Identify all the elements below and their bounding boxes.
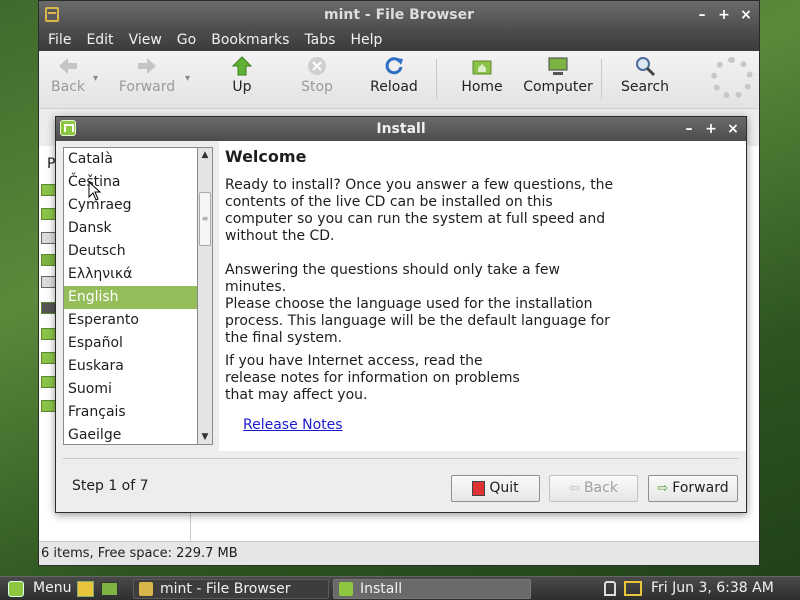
- quit-icon: [472, 481, 486, 496]
- menu-bookmarks[interactable]: Bookmarks: [211, 32, 289, 48]
- forward-label: Forward: [672, 480, 729, 496]
- reload-icon: [385, 57, 403, 75]
- toolbar-separator: [601, 59, 602, 99]
- toolbar-separator: [436, 59, 437, 99]
- install-titlebar[interactable]: Install – + ×: [56, 117, 746, 141]
- folder-icon: [139, 582, 153, 596]
- clock[interactable]: Fri Jun 3, 6:38 AM: [651, 577, 774, 600]
- maximize-button[interactable]: +: [705, 117, 717, 141]
- toolbar: Back ▾ Forward ▾ Up Stop Reload Home Com…: [39, 51, 759, 109]
- search-button[interactable]: Search: [620, 55, 670, 95]
- stop-button[interactable]: Stop: [294, 55, 340, 95]
- back-button[interactable]: ⇦ Back: [549, 475, 638, 502]
- status-text: 6 items, Free space: 229.7 MB: [41, 546, 238, 561]
- step-indicator: Step 1 of 7: [72, 478, 149, 494]
- language-item[interactable]: Français: [64, 401, 197, 424]
- forward-arrow-icon: ⇨: [657, 481, 669, 496]
- up-button[interactable]: Up: [219, 55, 265, 95]
- home-button[interactable]: Home: [457, 55, 507, 95]
- back-arrow-icon: [59, 58, 77, 74]
- menu-view[interactable]: View: [129, 32, 162, 48]
- language-item[interactable]: Suomi: [64, 378, 197, 401]
- menubar: File Edit View Go Bookmarks Tabs Help: [39, 29, 759, 51]
- file-browser-titlebar[interactable]: mint - File Browser – + ×: [39, 1, 759, 29]
- language-item[interactable]: Ελληνικά: [64, 263, 197, 286]
- minimize-button[interactable]: –: [695, 1, 709, 29]
- mint-logo-icon: [339, 582, 353, 596]
- language-item[interactable]: Gaeilge: [64, 424, 197, 444]
- scroll-thumb[interactable]: ≡: [199, 192, 211, 246]
- up-arrow-icon: [231, 56, 253, 76]
- search-icon: [636, 57, 656, 77]
- status-bar: 6 items, Free space: 229.7 MB: [39, 541, 759, 565]
- language-item[interactable]: Dansk: [64, 217, 197, 240]
- quit-button[interactable]: Quit: [451, 475, 540, 502]
- language-item[interactable]: Esperanto: [64, 309, 197, 332]
- language-item[interactable]: Deutsch: [64, 240, 197, 263]
- maximize-button[interactable]: +: [717, 1, 731, 29]
- computer-button[interactable]: Computer: [523, 55, 593, 95]
- quit-label: Quit: [489, 480, 519, 496]
- scroll-down-icon[interactable]: ▼: [198, 430, 212, 444]
- language-scrollbar[interactable]: ▲ ≡ ▼: [198, 147, 213, 445]
- scroll-up-icon[interactable]: ▲: [198, 148, 212, 162]
- text-editor-launcher-icon[interactable]: [77, 581, 94, 597]
- menu-tabs[interactable]: Tabs: [304, 32, 335, 48]
- dialog-separator: [63, 458, 739, 459]
- reload-button[interactable]: Reload: [367, 55, 421, 95]
- folder-icon: [45, 7, 59, 22]
- language-item[interactable]: Català: [64, 148, 197, 171]
- close-button[interactable]: ×: [727, 117, 739, 141]
- close-button[interactable]: ×: [739, 1, 753, 29]
- mint-logo-icon: [60, 120, 76, 136]
- back-history-dropdown[interactable]: ▾: [93, 73, 98, 84]
- file-browser-title: mint - File Browser: [324, 7, 474, 23]
- language-item[interactable]: Euskara: [64, 355, 197, 378]
- mouse-cursor-icon: [88, 181, 102, 201]
- home-folder-icon: [472, 60, 492, 75]
- welcome-heading: Welcome: [225, 147, 307, 166]
- menu-edit[interactable]: Edit: [86, 32, 113, 48]
- language-item[interactable]: Čeština: [64, 171, 197, 194]
- language-item-selected[interactable]: English: [64, 286, 197, 309]
- install-dialog: Install – + × Català Čeština Cymraeg Dan…: [55, 116, 747, 513]
- release-paragraph: If you have Internet access, read the re…: [225, 353, 520, 403]
- welcome-pane: Welcome Ready to install? Once you answe…: [219, 141, 746, 451]
- mint-menu-icon[interactable]: [8, 581, 24, 597]
- install-title: Install: [376, 121, 426, 137]
- menu-help[interactable]: Help: [350, 32, 382, 48]
- show-desktop-icon[interactable]: [101, 582, 118, 596]
- computer-icon: [548, 57, 568, 75]
- lock-icon[interactable]: [604, 581, 616, 596]
- activity-spinner-icon: [711, 57, 753, 99]
- menu-go[interactable]: Go: [177, 32, 196, 48]
- back-arrow-icon: ⇦: [569, 481, 580, 496]
- taskbar: Menu mint - File Browser Install Fri Jun…: [0, 576, 800, 600]
- forward-arrow-icon: [138, 58, 156, 74]
- language-list[interactable]: Català Čeština Cymraeg Dansk Deutsch Ελλ…: [63, 147, 198, 445]
- forward-button[interactable]: ⇨ Forward: [648, 475, 738, 502]
- language-item[interactable]: Español: [64, 332, 197, 355]
- taskbar-install[interactable]: Install: [333, 579, 531, 599]
- duration-paragraph: Answering the questions should only take…: [225, 262, 560, 295]
- taskbar-file-browser[interactable]: mint - File Browser: [133, 579, 329, 599]
- language-item[interactable]: Cymraeg: [64, 194, 197, 217]
- forward-button[interactable]: Forward: [117, 55, 177, 95]
- back-button[interactable]: Back: [45, 55, 91, 95]
- network-icon[interactable]: [624, 581, 642, 596]
- intro-paragraph: Ready to install? Once you answer a few …: [225, 177, 614, 244]
- forward-history-dropdown[interactable]: ▾: [185, 73, 190, 84]
- language-paragraph: Please choose the language used for the …: [225, 296, 610, 346]
- menu-button[interactable]: Menu: [33, 577, 71, 600]
- back-label: Back: [583, 480, 618, 496]
- menu-file[interactable]: File: [48, 32, 71, 48]
- minimize-button[interactable]: –: [683, 117, 695, 141]
- stop-icon: [308, 57, 326, 75]
- release-notes-link[interactable]: Release Notes: [243, 417, 343, 433]
